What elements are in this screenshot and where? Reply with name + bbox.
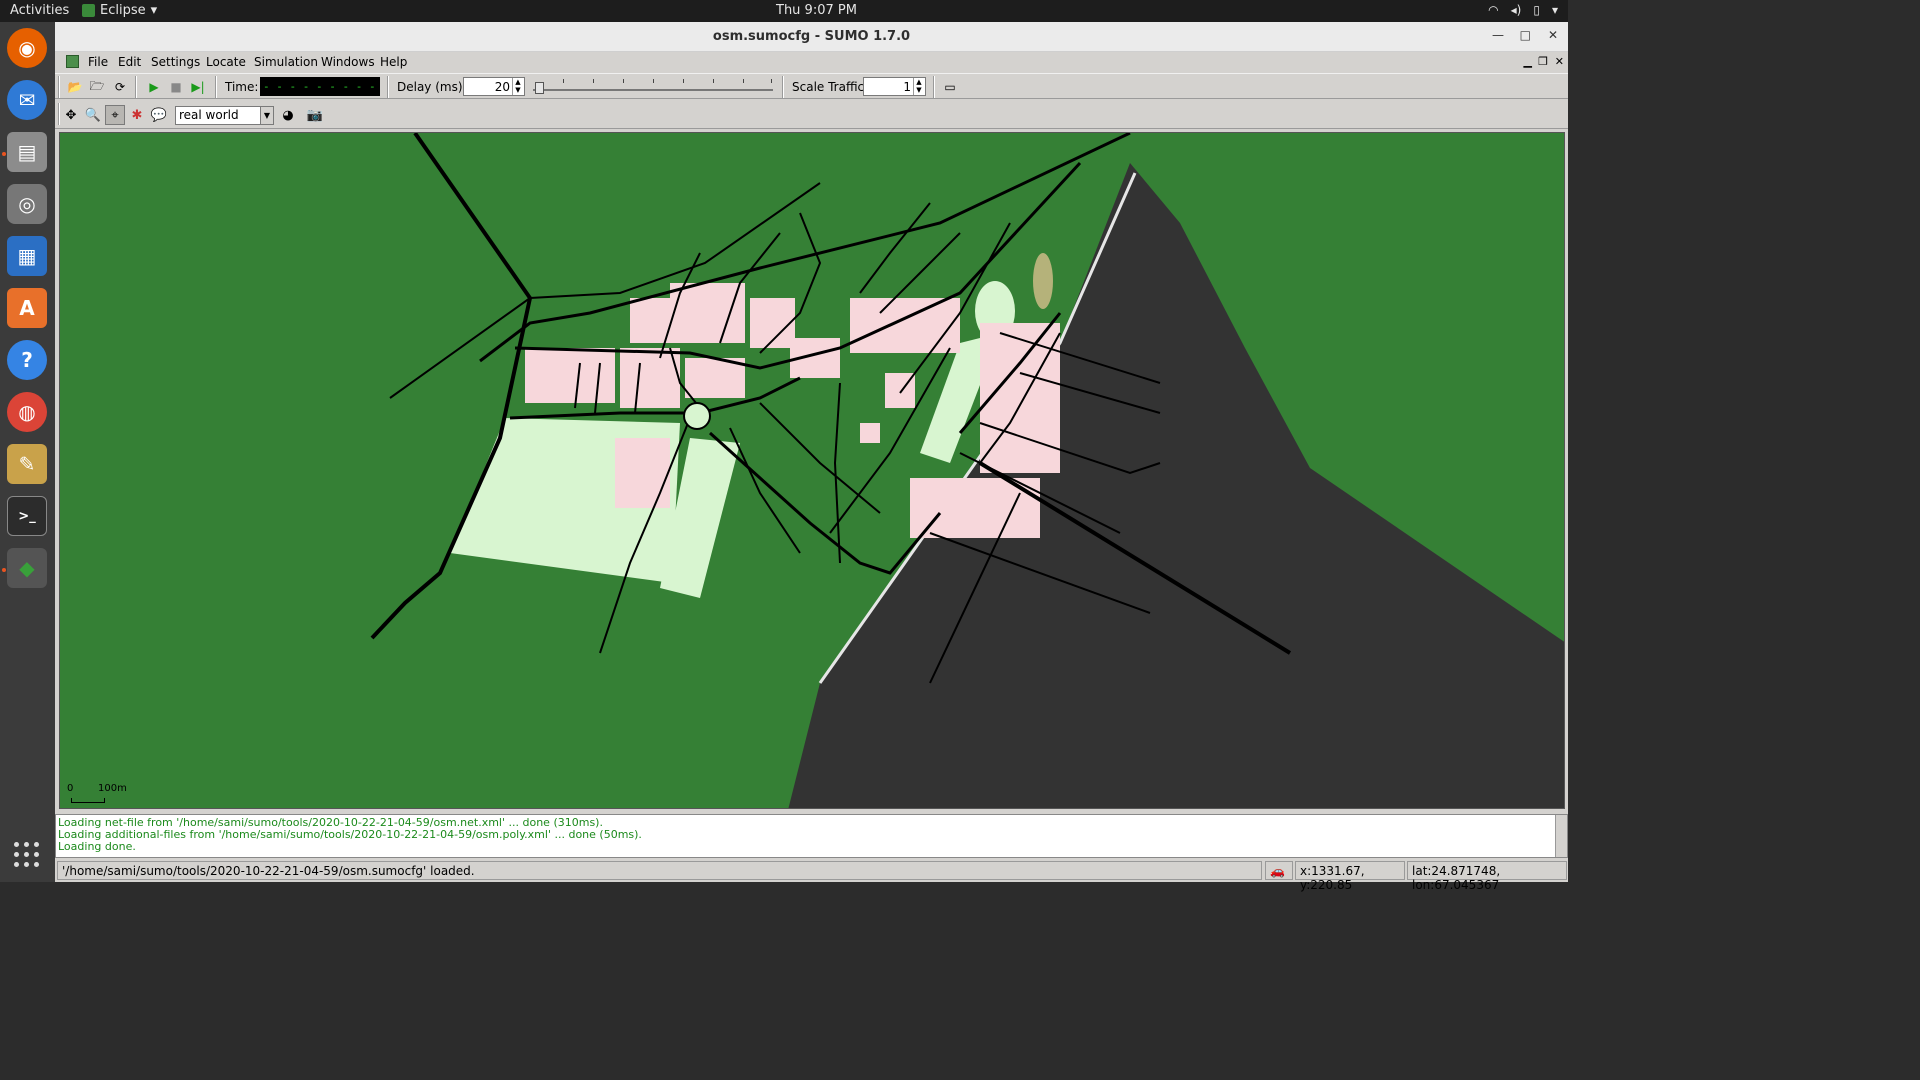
roundabout: [683, 402, 711, 430]
status-bar: '/home/sami/sumo/tools/2020-10-22-21-04-…: [55, 860, 1568, 892]
scale-traffic-value: 1: [903, 80, 911, 94]
tracker-icon[interactable]: ✱: [127, 105, 147, 125]
log-line: Loading additional-files from '/home/sam…: [58, 828, 642, 841]
firefox-icon[interactable]: ◉: [7, 28, 47, 68]
delay-value: 20: [494, 80, 510, 94]
menu-windows[interactable]: Windows: [321, 55, 375, 69]
chrome-icon[interactable]: ◍: [7, 392, 47, 432]
scale-traffic-spinner[interactable]: 1 ▲ ▼: [863, 77, 926, 96]
text-editor-icon[interactable]: ✎: [7, 444, 47, 484]
delay-slider[interactable]: [533, 77, 773, 97]
screenshot-icon[interactable]: 📷: [305, 105, 325, 125]
system-top-bar: Activities Eclipse ▾ Thu 9:07 PM ◠ ◂) ▯ …: [0, 0, 1568, 22]
stop-icon[interactable]: ■: [166, 77, 186, 97]
scale-label: 100m: [98, 783, 127, 794]
log-line: Loading done.: [58, 840, 136, 853]
water-area: [788, 163, 1564, 808]
sumo-icon[interactable]: ◆: [7, 548, 47, 588]
clock[interactable]: Thu 9:07 PM: [776, 3, 857, 18]
chevron-down-icon[interactable]: ▼: [260, 107, 273, 124]
sand-area: [1033, 253, 1053, 309]
color-settings-icon[interactable]: ◕: [278, 105, 298, 125]
system-tray[interactable]: ◠ ◂) ▯ ▾: [1488, 3, 1558, 17]
mdi-minimize-icon[interactable]: ▁: [1524, 55, 1532, 68]
delay-label: Delay (ms):: [397, 80, 467, 94]
map-viewport[interactable]: 0 100m: [59, 132, 1565, 809]
window-title: osm.sumocfg - SUMO 1.7.0: [712, 29, 911, 44]
software-center-icon[interactable]: A: [7, 288, 47, 328]
color-scheme-select[interactable]: real world ▼: [175, 106, 274, 125]
thunderbird-icon[interactable]: ✉: [7, 80, 47, 120]
menu-locate[interactable]: Locate: [206, 55, 246, 69]
help-icon[interactable]: ?: [7, 340, 47, 380]
volume-icon: ◂): [1510, 3, 1522, 17]
reload-icon[interactable]: ⟳: [110, 77, 130, 97]
time-display: - - - - - - - - - - - - - - -: [260, 77, 380, 96]
app-menu[interactable]: Eclipse ▾: [82, 3, 157, 18]
spinner-arrows-icon[interactable]: ▲ ▼: [512, 78, 523, 95]
network-map[interactable]: [60, 133, 1565, 809]
status-message: '/home/sami/sumo/tools/2020-10-22-21-04-…: [57, 861, 1262, 880]
chevron-down-icon: ▾: [150, 3, 158, 18]
tooltip-icon[interactable]: 💬: [149, 105, 169, 125]
vehicle-icon: 🚗: [1265, 861, 1293, 880]
status-latlon: lat:24.871748, lon:67.045367: [1407, 861, 1567, 892]
main-toolbar: 📂 🗁 ⟳ ▶ ■ ▶| Time: - - - - - - - - - - -…: [55, 73, 1568, 99]
dock: ◉ ✉ ▤ ◎ ▦ A ? ◍ ✎ >_ ◆: [0, 22, 55, 882]
battery-icon: ▯: [1533, 3, 1540, 17]
menu-edit[interactable]: Edit: [118, 55, 141, 69]
writer-icon[interactable]: ▦: [7, 236, 47, 276]
log-scrollbar[interactable]: [1555, 815, 1567, 857]
locate-icon[interactable]: ⌖: [105, 105, 125, 125]
chevron-down-icon: ▾: [1551, 3, 1558, 17]
menu-file[interactable]: File: [88, 55, 108, 69]
status-xy: x:1331.67, y:220.85: [1295, 861, 1405, 892]
menu-bar: File Edit Settings Locate Simulation Win…: [55, 53, 1568, 72]
files-icon[interactable]: ▤: [7, 132, 47, 172]
open-folder-icon[interactable]: 📂: [65, 77, 85, 97]
zoom-icon[interactable]: 🔍: [83, 105, 103, 125]
terminal-icon[interactable]: >_: [7, 496, 47, 536]
scale-bar: 0 100m: [67, 783, 127, 803]
mdi-restore-icon[interactable]: ❐: [1538, 55, 1548, 68]
window-titlebar[interactable]: osm.sumocfg - SUMO 1.7.0 — □ ✕: [55, 22, 1568, 52]
scale-zero: 0: [67, 783, 74, 794]
sumo-app-icon: [66, 55, 79, 68]
rhythmbox-icon[interactable]: ◎: [7, 184, 47, 224]
open-network-icon[interactable]: 🗁: [87, 77, 107, 97]
eclipse-icon: [82, 4, 95, 17]
wifi-icon: ◠: [1488, 3, 1499, 17]
minimize-icon[interactable]: —: [1492, 28, 1504, 42]
color-scheme-value: real world: [179, 108, 239, 122]
spinner-arrows-icon[interactable]: ▲ ▼: [913, 78, 924, 95]
maximize-icon[interactable]: □: [1520, 28, 1531, 42]
app-menu-label: Eclipse: [100, 3, 146, 18]
scale-traffic-label: Scale Traffic:: [792, 80, 869, 94]
editor-icon[interactable]: ▭: [940, 77, 960, 97]
step-icon[interactable]: ▶|: [188, 77, 208, 97]
delay-spinner[interactable]: 20 ▲ ▼: [463, 77, 525, 96]
message-log[interactable]: Loading net-file from '/home/sami/sumo/t…: [55, 814, 1568, 858]
view-toolbar: ✥ 🔍 ⌖ ✱ 💬 real world ▼ ◕ 📷: [55, 101, 1568, 129]
close-icon[interactable]: ✕: [1548, 28, 1558, 42]
time-label: Time:: [225, 80, 259, 94]
menu-simulation[interactable]: Simulation: [254, 55, 318, 69]
menu-settings[interactable]: Settings: [151, 55, 200, 69]
recenter-icon[interactable]: ✥: [61, 105, 81, 125]
menu-help[interactable]: Help: [380, 55, 407, 69]
play-icon[interactable]: ▶: [144, 77, 164, 97]
mdi-close-icon[interactable]: ✕: [1555, 55, 1564, 68]
slider-thumb[interactable]: [535, 82, 544, 94]
sumo-window: osm.sumocfg - SUMO 1.7.0 — □ ✕ File Edit…: [55, 22, 1568, 892]
show-applications-icon[interactable]: [14, 842, 40, 868]
activities-button[interactable]: Activities: [10, 3, 69, 18]
